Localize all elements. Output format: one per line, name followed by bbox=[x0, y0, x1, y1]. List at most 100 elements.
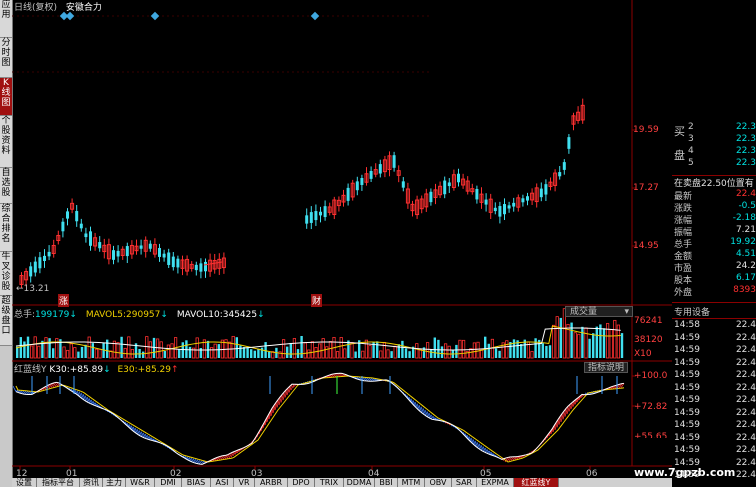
indicator-tab-18[interactable]: 红蓝线Y bbox=[514, 478, 559, 487]
indicator-axis-label: +72.82 bbox=[634, 402, 668, 412]
quote-row-value: 24.2 bbox=[735, 261, 756, 271]
volume-bar bbox=[44, 337, 48, 359]
tick-row[interactable]: 14:59 22.4 bbox=[672, 333, 756, 345]
sidebar-tab-5[interactable]: 综合排名 bbox=[0, 204, 12, 252]
quote-row[interactable]: 总手 19.92 bbox=[672, 237, 756, 250]
event-diamond[interactable] bbox=[150, 11, 160, 21]
indicator-tab-2[interactable]: 资讯 bbox=[80, 478, 103, 487]
sidebar-tab-0[interactable]: 应用 bbox=[0, 0, 12, 38]
order-book-row-label: 3 bbox=[688, 134, 694, 144]
period-label[interactable]: 日线(复权) bbox=[14, 3, 57, 13]
sidebar-tab-2[interactable]: K线图 bbox=[0, 78, 12, 116]
indicator-tab-14[interactable]: MTM bbox=[398, 478, 425, 487]
indicator-tab-4[interactable]: W&R bbox=[126, 478, 155, 487]
tick-row[interactable]: 14:59 22.4 bbox=[672, 433, 756, 445]
volume-indicator-dropdown[interactable]: 成交量 ▾ bbox=[565, 306, 633, 317]
mavol5-value: 290957 bbox=[126, 310, 161, 320]
tick-row[interactable]: 14:59 22.4 bbox=[672, 395, 756, 407]
indicator-axis-label: +100.0 bbox=[634, 371, 668, 381]
tick-row-label: 14:59 bbox=[674, 345, 700, 355]
quote-row[interactable]: 外盘 8393 bbox=[672, 285, 756, 298]
volume-bar bbox=[393, 345, 397, 359]
low-price-marker: ←13.21 bbox=[16, 284, 50, 294]
tick-row-label: 14:58 bbox=[674, 320, 700, 330]
price-axis-label: 17.27 bbox=[633, 183, 659, 193]
indicator-tab-17[interactable]: EXPMA bbox=[477, 478, 514, 487]
quote-row[interactable]: 最新 22.4 bbox=[672, 189, 756, 202]
candle-body bbox=[507, 205, 511, 209]
mavol10-value: 345425 bbox=[222, 310, 258, 320]
arrow-down-icon: ↓ bbox=[103, 365, 111, 375]
kline-chart[interactable]: 12 01 02 03 04 05 06 bbox=[12, 0, 672, 478]
indicator-tab-6[interactable]: BIAS bbox=[182, 478, 211, 487]
sidebar-tab-1[interactable]: 分时图 bbox=[0, 38, 12, 78]
tick-row[interactable]: 14:59 22.4 bbox=[672, 445, 756, 457]
event-diamond[interactable] bbox=[65, 11, 75, 21]
volume-bar bbox=[250, 349, 253, 358]
tick-row[interactable]: 14:59 22.4 bbox=[672, 358, 756, 370]
indicator-tab-0[interactable]: 设置 bbox=[12, 478, 37, 487]
arrow-up-icon: ↑ bbox=[170, 365, 179, 375]
candle-body bbox=[558, 172, 562, 177]
order-book-row[interactable]: 4 22.3 bbox=[672, 146, 756, 158]
event-diamond[interactable] bbox=[310, 11, 320, 21]
quote-row[interactable]: 振幅 7.21 bbox=[672, 225, 756, 238]
tick-row[interactable]: 14:59 22.4 bbox=[672, 370, 756, 382]
quote-row[interactable]: 涨幅 -2.18 bbox=[672, 213, 756, 226]
event-marker-cai[interactable]: 财 bbox=[311, 294, 323, 307]
tick-row-value: 22.4 bbox=[735, 407, 756, 418]
indicator-tab-11[interactable]: TRIX bbox=[315, 478, 344, 487]
tick-row[interactable]: 14:58 22.4 bbox=[672, 320, 756, 332]
order-book-row[interactable]: 3 22.3 bbox=[672, 134, 756, 146]
indicator-tab-13[interactable]: BBI bbox=[375, 478, 398, 487]
volume-bar bbox=[94, 348, 98, 359]
tick-row[interactable]: 14:59 22.4 bbox=[672, 383, 756, 395]
quote-row[interactable]: 股本 6.17 bbox=[672, 273, 756, 286]
tick-row-label: 14:59 bbox=[674, 432, 700, 443]
indicator-tab-1[interactable]: 指标平台 bbox=[37, 478, 80, 487]
indicator-tab-16[interactable]: SAR bbox=[452, 478, 477, 487]
tick-row[interactable]: 14:59 22.4 bbox=[672, 345, 756, 357]
x-axis-label: 03 bbox=[251, 469, 262, 478]
volume-bar bbox=[552, 324, 556, 359]
sidebar-tab-4[interactable]: 自选股 bbox=[0, 168, 12, 204]
order-notice: 在卖盘22.50位置有 bbox=[674, 179, 754, 189]
candle-body bbox=[43, 255, 46, 261]
indicator-tab-7[interactable]: ASI bbox=[211, 478, 234, 487]
indicator-tab-5[interactable]: DMI bbox=[155, 478, 182, 487]
volume-bar bbox=[602, 328, 606, 358]
e30-line bbox=[15, 375, 625, 463]
candle-body bbox=[323, 206, 327, 218]
tick-row[interactable]: 14:59 22.4 bbox=[672, 408, 756, 420]
caret-down-icon: ▾ bbox=[624, 307, 629, 317]
indicator-tab-8[interactable]: VR bbox=[234, 478, 255, 487]
indicator-tab-12[interactable]: DDMA bbox=[344, 478, 375, 487]
tick-row-value: 22.4 bbox=[735, 445, 756, 455]
stock-name: 安徽合力 bbox=[65, 3, 102, 13]
candle-body bbox=[204, 261, 207, 272]
price-axis-label: 14.95 bbox=[633, 241, 659, 251]
volume-bar bbox=[364, 339, 369, 359]
volume-bar bbox=[80, 346, 84, 358]
quote-row[interactable]: 涨跌 -0.5 bbox=[672, 201, 756, 214]
order-book-row[interactable]: 2 22.3 bbox=[672, 122, 756, 134]
sidebar-tab-6[interactable]: 牛叉诊股 bbox=[0, 252, 12, 296]
indicator-help-button[interactable]: 指标说明 bbox=[584, 362, 628, 373]
event-marker-zhang[interactable]: 涨 bbox=[58, 294, 70, 307]
order-book-row-value: 22.3 bbox=[735, 134, 756, 144]
indicator-tab-9[interactable]: ARBR bbox=[255, 478, 288, 487]
sidebar-tab-7[interactable]: 超级盘口 bbox=[0, 296, 12, 346]
volume-bar bbox=[159, 341, 163, 359]
sidebar-tab-3[interactable]: 个股资料 bbox=[0, 116, 12, 168]
tick-row[interactable]: 14:59 22.4 bbox=[672, 420, 756, 432]
order-book-row[interactable]: 5 22.3 bbox=[672, 158, 756, 170]
quote-row[interactable]: 市盈 24.2 bbox=[672, 261, 756, 274]
indicator-tab-10[interactable]: DPO bbox=[288, 478, 315, 487]
tick-row-value: 22.4 bbox=[735, 370, 756, 380]
candle-body bbox=[475, 188, 479, 200]
quote-row[interactable]: 金额 4.51 bbox=[672, 249, 756, 262]
quote-row-value: 6.17 bbox=[735, 273, 756, 283]
indicator-tab-15[interactable]: OBV bbox=[425, 478, 452, 487]
arrow-down-icon: ↓ bbox=[69, 310, 77, 320]
indicator-tab-3[interactable]: 主力 bbox=[103, 478, 126, 487]
